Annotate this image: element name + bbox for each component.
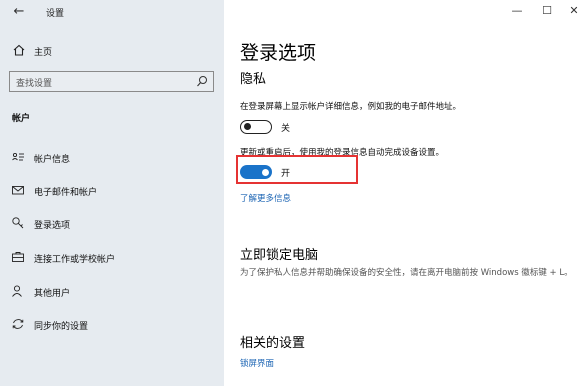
mail-icon — [12, 186, 24, 195]
sidebar-item-label: 其他用户 — [34, 289, 71, 299]
sidebar: ← 设置 主页 查找设置 帐户 帐户信息 电子邮件和帐户 登录选项 连接工作或学… — [0, 0, 224, 386]
sidebar-item-label: 登录选项 — [34, 221, 71, 231]
section-title: 帐户 — [12, 114, 31, 124]
sync-icon — [12, 319, 24, 329]
related-settings-heading: 相关的设置 — [240, 336, 306, 351]
sidebar-item-sync-settings[interactable]: 同步你的设置 — [0, 312, 224, 336]
sidebar-item-other-users[interactable]: 其他用户 — [0, 279, 224, 303]
page-title: 登录选项 — [240, 42, 317, 64]
sidebar-item-work-school[interactable]: 连接工作或学校帐户 — [0, 245, 224, 269]
toggle-knob — [244, 123, 251, 131]
home-label: 主页 — [34, 48, 53, 58]
account-details-toggle[interactable] — [240, 120, 272, 134]
sidebar-item-label: 同步你的设置 — [34, 322, 89, 332]
home-nav-item[interactable]: 主页 — [0, 40, 224, 62]
sidebar-item-email-accounts[interactable]: 电子邮件和帐户 — [0, 178, 224, 202]
sidebar-item-label: 电子邮件和帐户 — [34, 188, 98, 198]
search-placeholder: 查找设置 — [16, 79, 53, 89]
privacy-heading: 隐私 — [240, 72, 267, 87]
home-icon — [13, 44, 25, 56]
search-icon[interactable] — [196, 75, 208, 88]
highlight-annotation-box — [236, 155, 358, 184]
back-button[interactable]: ← — [10, 4, 28, 20]
learn-more-link[interactable]: 了解更多信息 — [240, 192, 291, 204]
sidebar-item-account-info[interactable]: 帐户信息 — [0, 145, 224, 169]
sidebar-item-sign-in-options[interactable]: 登录选项 — [0, 211, 224, 235]
lock-screen-link[interactable]: 锁屏界面 — [240, 357, 274, 369]
account-details-toggle-row: 关 — [240, 118, 380, 136]
key-icon — [12, 217, 24, 229]
search-input[interactable]: 查找设置 — [9, 71, 214, 92]
main-content: 登录选项 隐私 在登录屏幕上显示帐户详细信息，例如我的电子邮件地址。 关 更新或… — [224, 0, 587, 386]
sidebar-item-label: 连接工作或学校帐户 — [34, 255, 116, 265]
sidebar-item-label: 帐户信息 — [34, 155, 71, 165]
lock-pc-heading: 立即锁定电脑 — [240, 248, 319, 263]
briefcase-icon — [12, 252, 24, 262]
person-card-icon — [12, 152, 24, 161]
title-bar: ← 设置 — [0, 0, 224, 26]
account-details-toggle-state: 关 — [281, 124, 291, 134]
person-add-icon — [12, 285, 22, 297]
account-details-description: 在登录屏幕上显示帐户详细信息，例如我的电子邮件地址。 — [240, 102, 462, 112]
window-title: 设置 — [46, 9, 65, 19]
lock-pc-description: 为了保护私人信息并帮助确保设备的安全性，请在离开电脑前按 Windows 徽标键… — [240, 268, 573, 278]
